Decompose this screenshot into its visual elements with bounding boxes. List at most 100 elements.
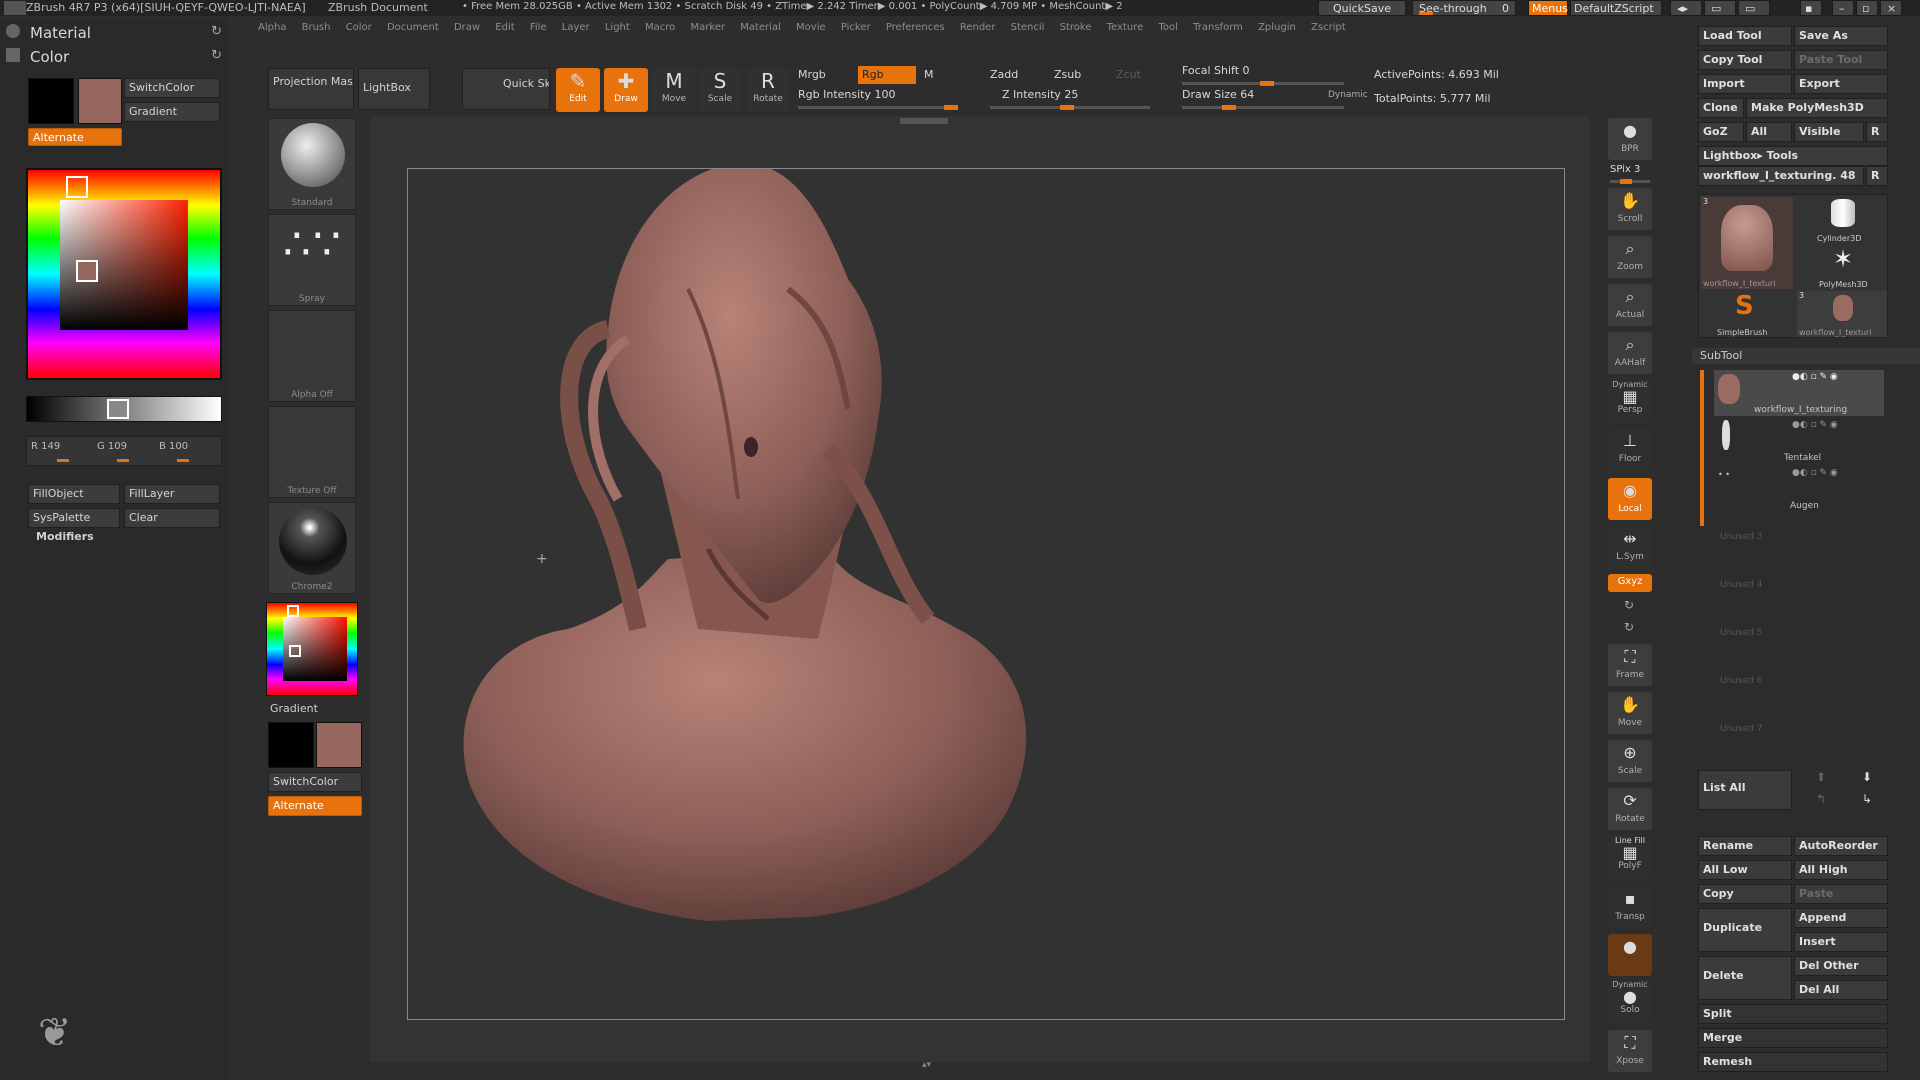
menu-material[interactable]: Material (740, 22, 781, 33)
frame-button[interactable]: ⛶ Frame (1608, 644, 1652, 686)
texture-thumb[interactable]: Texture Off (268, 406, 356, 498)
default-zscript-button[interactable]: DefaultZScript (1570, 0, 1662, 16)
zoom-button[interactable]: ⌕ Zoom (1608, 236, 1652, 278)
load-tool-button[interactable]: Load Tool (1698, 26, 1792, 46)
paste-button[interactable]: Paste (1794, 884, 1888, 904)
hue-marker[interactable] (66, 176, 88, 198)
local-button[interactable]: ◉ Local (1608, 478, 1652, 520)
polyf-button[interactable]: Line Fill ▦ PolyF (1608, 836, 1652, 878)
merge-section[interactable]: Merge (1698, 1028, 1888, 1048)
tool-thumb-workflow-2[interactable]: 3 workflow_I_texturi (1797, 291, 1887, 337)
menu-stroke[interactable]: Stroke (1060, 22, 1092, 33)
aahalf-button[interactable]: ⌕ AAHalf (1608, 332, 1652, 374)
filllayer-button[interactable]: FillLayer (124, 484, 220, 504)
rotate-z-icon[interactable]: ↻ (1624, 620, 1634, 634)
persp-button[interactable]: Dynamic ▦ Persp (1608, 380, 1652, 422)
grayscale-marker[interactable] (107, 399, 129, 419)
document-area[interactable]: + (407, 162, 1566, 1021)
menu-edit[interactable]: Edit (495, 22, 514, 33)
goz-r-button[interactable]: R (1866, 122, 1888, 142)
menu-draw[interactable]: Draw (454, 22, 480, 33)
subtool-scrollbar[interactable] (1700, 370, 1704, 526)
z-intensity-slider[interactable]: Z Intensity 25 (1002, 88, 1078, 101)
menu-texture[interactable]: Texture (1107, 22, 1144, 33)
gradient-label[interactable]: Gradient (270, 702, 318, 715)
solo-button[interactable]: Dynamic ● Solo (1608, 980, 1652, 1022)
bottom-tray-arrow-icon[interactable]: ▴▾ (922, 1060, 931, 1070)
subtool-toggle-icon[interactable]: ●◐ ▫ ✎ ◉ (1792, 372, 1838, 382)
subtool-row-augen[interactable]: • • Augen ●◐ ▫ ✎ ◉ (1714, 466, 1884, 512)
sculpt-model[interactable] (408, 162, 1566, 1021)
lightbox-tools-button[interactable]: Lightbox▸ Tools (1698, 146, 1888, 166)
tray-main-color[interactable] (316, 722, 362, 768)
draw-mode-button[interactable]: ✚ Draw (604, 68, 648, 112)
clear-button[interactable]: Clear (124, 508, 220, 528)
material-refresh-icon[interactable]: ↻ (211, 24, 222, 39)
menu-picker[interactable]: Picker (841, 22, 871, 33)
scale-mode-button[interactable]: S Scale (698, 68, 742, 112)
layout-icon[interactable]: ▭ (1704, 0, 1736, 16)
tool-thumb-simplebrush[interactable]: S SimpleBrush (1701, 291, 1793, 337)
quick-sketch-button[interactable]: Quick Sketch (462, 68, 550, 110)
alpha-thumb[interactable]: Alpha Off (268, 310, 356, 402)
see-through-slider[interactable]: See-through 0 (1412, 0, 1516, 16)
all-low-button[interactable]: All Low (1698, 860, 1792, 880)
color-picker-hue[interactable] (26, 168, 222, 380)
lsym-button[interactable]: ⇹ L.Sym (1608, 526, 1652, 568)
fillobject-button[interactable]: FillObject (28, 484, 120, 504)
xpose-button[interactable]: ⛶ Xpose (1608, 1030, 1652, 1072)
spix-track[interactable] (1610, 179, 1650, 184)
menu-zplugin[interactable]: Zplugin (1258, 22, 1296, 33)
layout-arrows-icon[interactable]: ◂▸ (1670, 0, 1702, 16)
paste-tool-button[interactable]: Paste Tool (1794, 50, 1888, 70)
projection-master-button[interactable]: Projection Master (268, 68, 354, 110)
floor-button[interactable]: ⊥ Floor (1608, 428, 1652, 470)
menu-render[interactable]: Render (960, 22, 996, 33)
maximize-icon[interactable]: ▫ (1856, 0, 1878, 16)
subtool-toggle-icon-3[interactable]: ●◐ ▫ ✎ ◉ (1792, 468, 1838, 478)
menu-file[interactable]: File (530, 22, 547, 33)
grayscale-slider[interactable] (26, 396, 222, 422)
menu-stencil[interactable]: Stencil (1011, 22, 1045, 33)
subtool-row-tentakel[interactable]: Tentakel ●◐ ▫ ✎ ◉ (1714, 418, 1884, 464)
window-icon[interactable]: ▭ (1738, 0, 1770, 16)
color-refresh-icon[interactable]: ↻ (211, 48, 222, 63)
clone-button[interactable]: Clone (1698, 98, 1744, 118)
current-tool-slider[interactable]: workflow_I_texturing. 48 (1698, 166, 1864, 186)
secondary-color-swatch[interactable] (28, 78, 74, 124)
goz-button[interactable]: GoZ (1698, 122, 1744, 142)
make-polymesh-button[interactable]: Make PolyMesh3D (1746, 98, 1888, 118)
menu-brush[interactable]: Brush (302, 22, 331, 33)
mini-hue-marker[interactable] (287, 605, 299, 617)
canvas-scroll-handle[interactable] (900, 118, 948, 124)
remesh-section[interactable]: Remesh (1698, 1052, 1888, 1072)
tray-switchcolor-button[interactable]: SwitchColor (268, 772, 362, 792)
draw-size-track[interactable] (1182, 105, 1344, 110)
focal-shift-slider[interactable]: Focal Shift 0 (1182, 64, 1250, 77)
tool-thumb-cylinder[interactable]: Cylinder3D (1797, 197, 1887, 243)
close-icon[interactable]: × (1880, 0, 1902, 16)
syspalette-button[interactable]: SysPalette (28, 508, 120, 528)
save-as-button[interactable]: Save As (1794, 26, 1888, 46)
copy-tool-button[interactable]: Copy Tool (1698, 50, 1792, 70)
menu-color[interactable]: Color (346, 22, 372, 33)
main-color-swatch[interactable] (78, 78, 122, 124)
tray-secondary-color[interactable] (268, 722, 314, 768)
goz-all-button[interactable]: All (1746, 122, 1792, 142)
modifiers-label[interactable]: Modifiers (36, 530, 94, 543)
duplicate-button[interactable]: Duplicate (1698, 908, 1792, 952)
mini-color-marker[interactable] (289, 645, 301, 657)
zsub-button[interactable]: Zsub (1054, 68, 1081, 81)
menu-light[interactable]: Light (605, 22, 630, 33)
rgb-sliders[interactable]: R 149 G 109 B 100 (26, 436, 222, 466)
subtool-toggle-icon-2[interactable]: ●◐ ▫ ✎ ◉ (1792, 420, 1838, 430)
copy-button[interactable]: Copy (1698, 884, 1792, 904)
switchcolor-button[interactable]: SwitchColor (124, 78, 220, 98)
standard-brush-thumb[interactable]: Standard (268, 118, 356, 210)
ghost-button[interactable]: ● (1608, 934, 1652, 976)
zcut-button[interactable]: Zcut (1116, 68, 1141, 81)
spray-stroke-thumb[interactable]: ∴∵ Spray (268, 214, 356, 306)
subtool-row-workflow[interactable]: workflow_I_texturing ●◐ ▫ ✎ ◉ (1714, 370, 1884, 416)
minimize-icon[interactable]: – (1832, 0, 1854, 16)
del-all-button[interactable]: Del All (1794, 980, 1888, 1000)
